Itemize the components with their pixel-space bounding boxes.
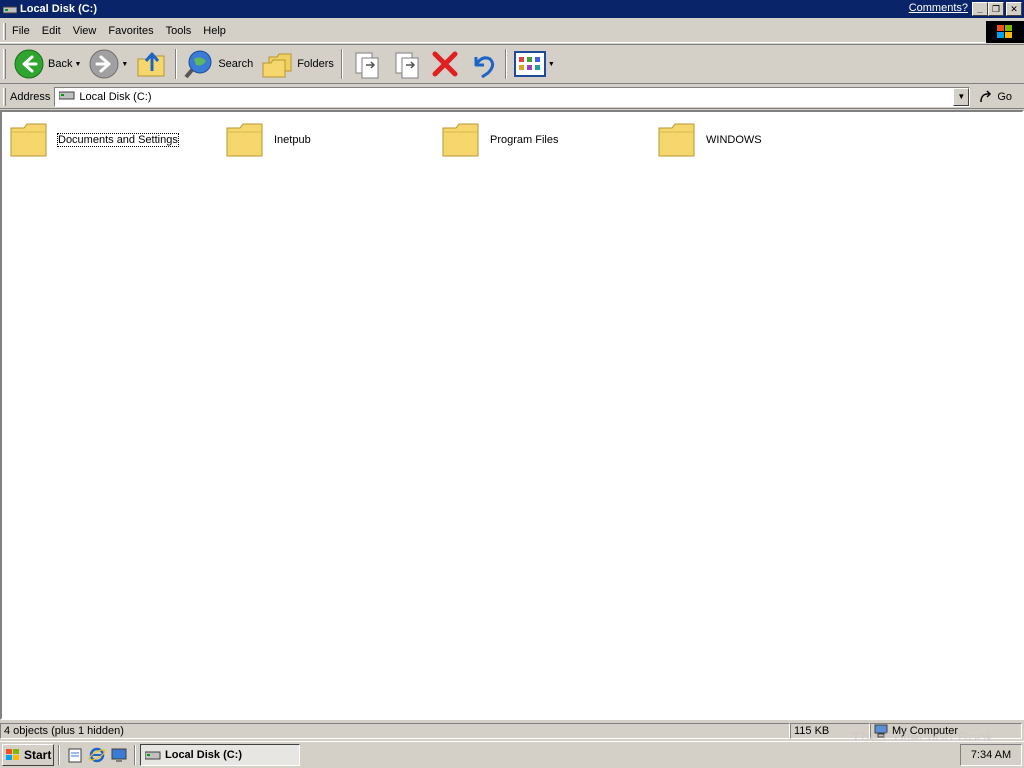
move-to-icon <box>355 52 379 79</box>
search-button[interactable]: Search <box>180 46 257 82</box>
forward-button[interactable]: ▼ <box>85 46 132 82</box>
views-icon <box>513 51 546 77</box>
notepad-icon <box>68 748 82 763</box>
quicklaunch-ie[interactable] <box>86 744 108 766</box>
menu-file[interactable]: File <box>6 22 36 40</box>
toolbar-separator <box>504 49 507 79</box>
toolbar-separator <box>175 49 178 79</box>
close-button[interactable]: ✕ <box>1006 2 1022 16</box>
close-icon: ✕ <box>1010 3 1018 14</box>
address-label: Address <box>10 90 51 103</box>
status-zone: My Computer <box>870 723 1022 739</box>
delete-x-icon <box>432 51 458 77</box>
restore-icon: ❐ <box>991 3 1001 14</box>
menu-favorites[interactable]: Favorites <box>102 22 159 40</box>
drive-icon <box>58 90 75 103</box>
show-desktop-icon <box>111 748 127 762</box>
toolbar-grip[interactable] <box>3 49 6 79</box>
copy-to-button[interactable] <box>386 46 426 82</box>
folder-icon <box>226 123 263 157</box>
menu-edit[interactable]: Edit <box>36 22 67 40</box>
maximize-button[interactable]: ❐ <box>988 2 1004 16</box>
menu-view[interactable]: View <box>67 22 103 40</box>
up-folder-icon <box>137 52 165 77</box>
start-label: Start <box>24 748 52 762</box>
folders-button[interactable]: Folders <box>257 46 338 82</box>
status-bar: 4 objects (plus 1 hidden) 115 KB My Comp… <box>0 722 1024 740</box>
go-label: Go <box>997 90 1013 103</box>
back-button[interactable]: Back ▼ <box>10 46 85 82</box>
file-list-pane[interactable]: Documents and Settings Inetpub Program F… <box>0 110 1024 720</box>
status-objects: 4 objects (plus 1 hidden) <box>0 723 790 739</box>
standard-toolbar: Back ▼ ▼ Search Folders ▼ <box>0 44 1024 84</box>
taskbar-separator <box>58 745 60 765</box>
system-tray: 7:34 AM <box>960 744 1022 766</box>
drive-icon <box>2 3 18 15</box>
address-bar: Address Local Disk (C:) ▼ Go <box>0 85 1024 109</box>
back-arrow-icon <box>14 49 44 79</box>
back-dropdown-icon[interactable]: ▼ <box>74 61 81 68</box>
internet-explorer-icon <box>88 747 106 763</box>
folder-name: Program Files <box>490 134 559 146</box>
taskbar-separator <box>134 745 136 765</box>
status-size: 115 KB <box>790 723 870 739</box>
undo-icon <box>474 56 494 79</box>
undo-button[interactable] <box>464 46 502 82</box>
views-dropdown-icon[interactable]: ▼ <box>548 61 555 68</box>
folder-icon <box>442 123 479 157</box>
title-bar: Local Disk (C:) Comments? _ ❐ ✕ <box>0 0 1024 18</box>
task-label: Local Disk (C:) <box>165 749 243 761</box>
drive-icon <box>145 751 161 760</box>
folder-name: WINDOWS <box>706 134 762 146</box>
up-folder-button[interactable] <box>132 46 172 82</box>
windows-logo-icon <box>986 21 1024 43</box>
chevron-down-icon: ▼ <box>957 92 966 101</box>
folder-icon <box>10 123 47 157</box>
menu-bar: File Edit View Favorites Tools Help <box>0 20 1024 43</box>
comments-link[interactable]: Comments? <box>909 2 968 14</box>
folder-name: Documents and Settings <box>57 133 179 147</box>
menu-help[interactable]: Help <box>197 22 232 40</box>
folder-icon <box>658 123 695 157</box>
delete-button[interactable] <box>426 46 464 82</box>
go-arrow-icon <box>980 89 992 102</box>
search-icon <box>184 50 212 79</box>
forward-dropdown-icon[interactable]: ▼ <box>121 61 128 68</box>
addressbar-grip[interactable] <box>3 87 6 106</box>
folder-item[interactable]: Inetpub <box>226 122 311 158</box>
folders-label: Folders <box>297 58 334 70</box>
address-dropdown-button[interactable]: ▼ <box>953 87 970 106</box>
search-label: Search <box>218 58 254 70</box>
views-button[interactable]: ▼ <box>510 46 559 82</box>
minimize-button[interactable]: _ <box>972 2 988 16</box>
clock[interactable]: 7:34 AM <box>971 749 1011 761</box>
folder-name: Inetpub <box>274 134 311 146</box>
address-value: Local Disk (C:) <box>79 90 152 103</box>
my-computer-icon <box>874 724 888 738</box>
quicklaunch-desktop[interactable] <box>108 744 130 766</box>
minimize-icon: _ <box>977 4 983 14</box>
quicklaunch-notepad[interactable] <box>64 744 86 766</box>
taskbar-window-button[interactable]: Local Disk (C:) <box>140 744 300 766</box>
folders-icon <box>262 53 292 78</box>
go-button[interactable]: Go <box>978 89 1012 105</box>
folder-item[interactable]: WINDOWS <box>658 122 762 158</box>
move-to-button[interactable] <box>346 46 386 82</box>
address-input[interactable]: Local Disk (C:) ▼ <box>54 86 971 107</box>
menu-tools[interactable]: Tools <box>160 22 198 40</box>
toolbar-separator <box>340 49 343 79</box>
window-title: Local Disk (C:) <box>20 3 98 15</box>
folder-item[interactable]: Documents and Settings <box>10 122 179 158</box>
start-button[interactable]: Start <box>2 744 54 766</box>
zone-label: My Computer <box>892 725 959 737</box>
windows-flag-icon <box>6 749 19 760</box>
forward-arrow-icon <box>89 49 119 79</box>
copy-to-icon <box>395 52 419 79</box>
folder-item[interactable]: Program Files <box>442 122 558 158</box>
back-label: Back <box>48 58 73 70</box>
taskbar: Start Local Disk (C:) 7:34 AM <box>0 741 1024 768</box>
